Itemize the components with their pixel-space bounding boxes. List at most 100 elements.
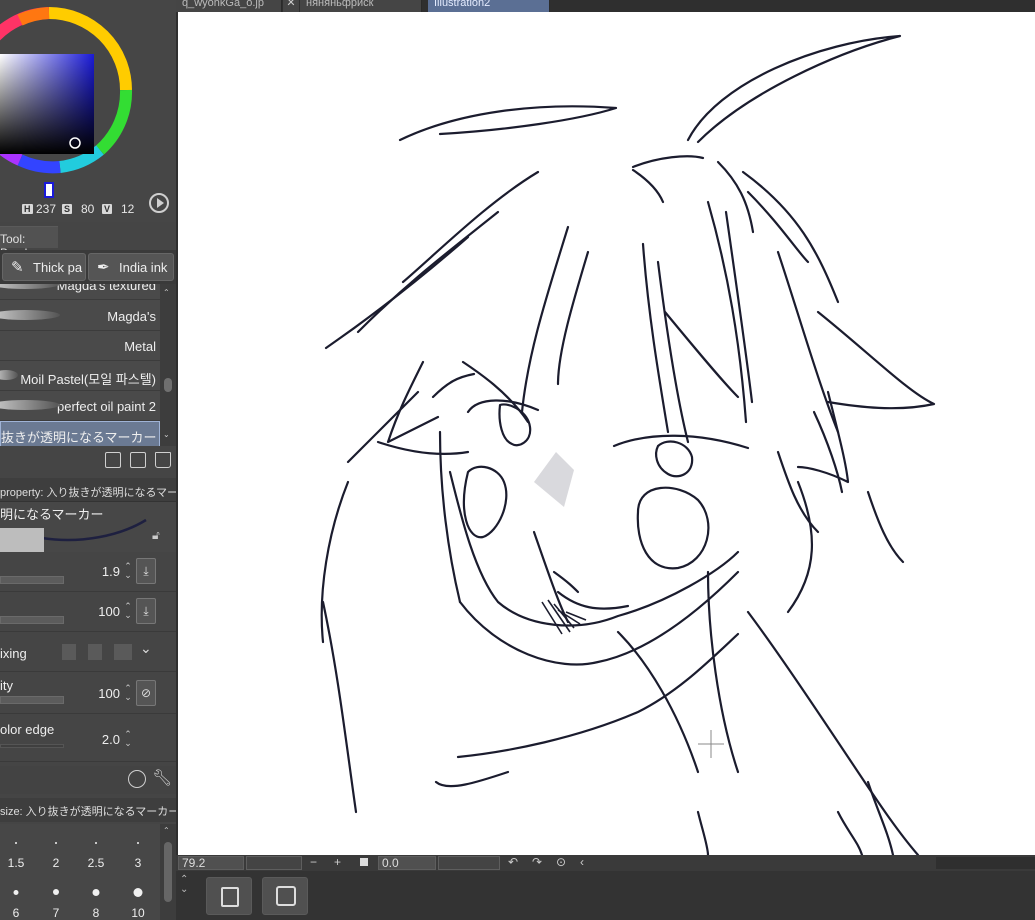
color-edge-slider[interactable]: [0, 744, 64, 748]
zoom-slider[interactable]: [246, 856, 302, 870]
brush-label: Magda's: [107, 309, 156, 324]
chevron-expand-icon[interactable]: ⌃ ⌄: [180, 875, 188, 895]
opacity-slider[interactable]: [0, 696, 64, 704]
brush-list-actions: [0, 448, 176, 474]
s-key: S: [62, 204, 73, 214]
spin-arrows-icon[interactable]: ⌃ ⌄: [123, 730, 133, 748]
density-slider[interactable]: [0, 616, 64, 624]
play-icon[interactable]: [149, 193, 169, 213]
tab-illustration2[interactable]: Illustration2: [428, 0, 550, 12]
h-value[interactable]: 237: [36, 202, 56, 216]
color-wheel[interactable]: [0, 0, 176, 200]
pen-nib-icon: ✒: [97, 259, 110, 276]
download-icon[interactable]: [105, 452, 121, 468]
zoom-field[interactable]: 79.2: [178, 856, 244, 870]
opacity-toggle-icon[interactable]: ⊘: [136, 680, 156, 706]
brush-label: Moil Pastel(모일 파스텔): [20, 372, 156, 387]
list-item[interactable]: Magda's textured: [0, 284, 160, 300]
panel-toggle-button[interactable]: [206, 877, 252, 915]
rotation-field[interactable]: 0.0: [378, 856, 436, 870]
s-value[interactable]: 80: [81, 202, 94, 216]
canvas[interactable]: [176, 12, 1035, 855]
rotate-right-icon[interactable]: ↷: [532, 855, 542, 869]
reset-rotation-icon[interactable]: ⊙: [556, 855, 566, 869]
size-value[interactable]: 1.9: [102, 564, 120, 579]
trash-icon[interactable]: [155, 452, 171, 468]
tab-document-2[interactable]: няняньфриск: [300, 0, 422, 12]
status-bar: 79.2 − + 0.0 ↶ ↷ ⊙ ‹: [176, 855, 1035, 871]
sketch-drawing: [320, 34, 936, 855]
chevron-up-icon[interactable]: ⌃: [163, 826, 170, 835]
pressure-icon[interactable]: ⤓: [136, 558, 156, 584]
prop-row-size: 1.9 ⌃ ⌄ ⤓: [0, 552, 176, 592]
brush-list-scrollbar[interactable]: ⌃ ⌄: [160, 284, 176, 446]
stroke-preview: [0, 284, 60, 289]
spin-arrows-icon[interactable]: ⌃ ⌄: [123, 602, 133, 620]
zoom-in-icon[interactable]: +: [334, 855, 341, 869]
size-preset[interactable]: 8: [76, 872, 116, 920]
size-label: 3: [134, 856, 142, 870]
preview-stroke: [41, 518, 147, 542]
mix-mode-3-icon[interactable]: [114, 644, 132, 660]
clock-icon[interactable]: [128, 770, 146, 788]
opacity-value[interactable]: 100: [98, 686, 120, 701]
mix-mode-2-icon[interactable]: [88, 644, 102, 660]
list-item[interactable]: Magda's: [0, 301, 160, 331]
brush-label: perfect oil paint 2: [56, 399, 156, 414]
duplicate-icon[interactable]: [130, 452, 146, 468]
tool-tab[interactable]: Tool: Brush: [0, 226, 58, 260]
spin-arrows-icon[interactable]: ⌃ ⌄: [123, 562, 133, 580]
size-slider[interactable]: [0, 576, 64, 584]
navigator-button[interactable]: [262, 877, 308, 915]
pressure-icon[interactable]: ⤓: [136, 598, 156, 624]
size-preset[interactable]: 1.5: [0, 824, 36, 872]
list-item-selected[interactable]: 抜きが透明になるマーカー: [0, 421, 160, 446]
size-dot: [13, 890, 19, 895]
size-preset[interactable]: 3: [118, 824, 158, 872]
size-label: 2.5: [87, 856, 105, 870]
size-preset[interactable]: 7: [36, 872, 76, 920]
close-icon[interactable]: ✕: [283, 0, 299, 12]
brush-size-grid: 1.5 2 2.5 3 6 7 8 10: [0, 824, 160, 920]
zoom-out-icon[interactable]: −: [310, 855, 317, 869]
list-item[interactable]: perfect oil paint 2: [0, 391, 160, 421]
target-icon: [276, 886, 296, 906]
chevron-down-icon[interactable]: ⌄: [163, 430, 170, 439]
list-item[interactable]: Moil Pastel(모일 파스텔): [0, 361, 160, 391]
size-label: 8: [92, 906, 100, 920]
lock-icon[interactable]: 🔓︎: [152, 528, 160, 543]
size-dot: [92, 889, 100, 896]
wrench-icon[interactable]: 🔧︎: [152, 768, 172, 788]
size-dot: [95, 842, 97, 844]
subtool-india-ink[interactable]: ✒ India ink: [88, 253, 174, 281]
rotation-slider[interactable]: [438, 856, 500, 870]
scroll-thumb[interactable]: [164, 378, 172, 392]
size-preset[interactable]: 10: [118, 872, 158, 920]
size-preset[interactable]: 2: [36, 824, 76, 872]
v-value[interactable]: 12: [121, 202, 134, 216]
brush-label: Metal: [124, 339, 156, 354]
size-preset[interactable]: 6: [0, 872, 36, 920]
prop-label: ity: [0, 678, 13, 693]
subtool-thick-paint[interactable]: ✎ Thick pa: [2, 253, 86, 281]
color-edge-value[interactable]: 2.0: [102, 732, 120, 747]
rotate-left-icon[interactable]: ↶: [508, 855, 518, 869]
spin-arrows-icon[interactable]: ⌃ ⌄: [123, 684, 133, 702]
chevron-left-icon[interactable]: ‹: [580, 855, 584, 869]
scroll-thumb[interactable]: [164, 842, 172, 902]
mix-mode-1-icon[interactable]: [62, 644, 76, 660]
list-item[interactable]: Metal: [0, 331, 160, 361]
brush-label: 抜きが透明になるマーカー: [1, 430, 157, 445]
size-preset[interactable]: 2.5: [76, 824, 116, 872]
density-value[interactable]: 100: [98, 604, 120, 619]
chevron-down-icon[interactable]: ⌄: [140, 640, 152, 657]
tab-document-1[interactable]: q_wyohkGa_o.jp: [176, 0, 282, 12]
chevron-up-icon[interactable]: ⌃: [163, 288, 170, 297]
size-grid-scrollbar[interactable]: ⌃: [160, 824, 176, 920]
fit-icon[interactable]: [360, 858, 368, 866]
prop-row-opacity: ity 100 ⌃ ⌄ ⊘: [0, 672, 176, 714]
h-key: H: [22, 204, 33, 214]
size-label: 1.5: [7, 856, 25, 870]
size-label: 2: [52, 856, 60, 870]
horizontal-scrollbar[interactable]: [936, 857, 1035, 869]
